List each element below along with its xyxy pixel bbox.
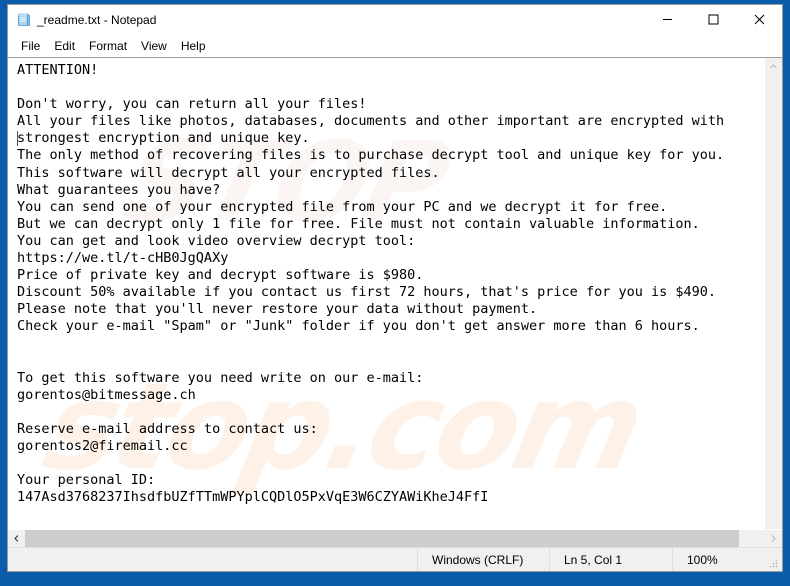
text-line: But we can decrypt only 1 file for free.… — [17, 216, 763, 233]
text-line: gorentos2@firemail.cc — [17, 438, 763, 455]
text-line: Check your e-mail "Spam" or "Junk" folde… — [17, 318, 763, 335]
maximize-icon — [708, 13, 719, 28]
text-line: This software will decrypt all your encr… — [17, 165, 763, 182]
text-line: To get this software you need write on o… — [17, 370, 763, 387]
minimize-icon — [662, 13, 673, 28]
text-line: The only method of recovering files is t… — [17, 147, 763, 164]
text-line: gorentos@bitmessage.ch — [17, 387, 763, 404]
menu-bar: File Edit Format View Help — [8, 35, 782, 57]
text-line-content: https://we.tl/t-cHB0JgQAXy — [17, 250, 229, 267]
text-line-content: You can get and look video overview decr… — [17, 232, 416, 249]
text-line — [17, 455, 763, 472]
vertical-scrollbar-thumb[interactable] — [765, 75, 782, 529]
horizontal-scrollbar[interactable] — [8, 529, 782, 547]
editor-area: STOP stop.com ATTENTION! Don't worry, you… — [8, 57, 782, 547]
scroll-right-arrow-icon[interactable] — [765, 530, 782, 547]
text-line-content: Check your e-mail "Spam" or "Junk" folde… — [17, 318, 700, 335]
text-line-content: gorentos2@firemail.cc — [17, 438, 188, 455]
status-cursor-position[interactable]: Ln 5, Col 1 — [549, 548, 672, 571]
text-line-content: gorentos@bitmessage.ch — [17, 386, 196, 403]
text-line: Discount 50% available if you contact us… — [17, 284, 763, 301]
menu-item-help[interactable]: Help — [174, 37, 213, 56]
notepad-window: _readme.txt - Notepad File Edit Format V… — [7, 4, 783, 572]
text-line-content: Reserve e-mail address to contact us: — [17, 420, 318, 437]
text-line-content: strongest encryption and unique key. — [17, 130, 310, 147]
text-line-content: All your files like photos, databases, d… — [17, 113, 725, 130]
editor-row: STOP stop.com ATTENTION! Don't worry, you… — [8, 58, 782, 529]
text-line-content: This software will decrypt all your encr… — [17, 164, 440, 181]
text-line-content: 147Asd3768237IhsdfbUZfTTmWPYplCQDlO5PxVq… — [17, 489, 489, 506]
text-line — [17, 353, 763, 370]
window-controls — [644, 5, 782, 35]
text-line: Please note that you'll never restore yo… — [17, 301, 763, 318]
text-line: Your personal ID: — [17, 472, 763, 489]
text-line: You can get and look video overview decr… — [17, 233, 763, 250]
window-title: _readme.txt - Notepad — [37, 13, 157, 27]
text-line-content: ATTENTION! — [17, 62, 99, 78]
horizontal-scrollbar-track[interactable] — [25, 530, 765, 547]
text-line: 147Asd3768237IhsdfbUZfTTmWPYplCQDlO5PxVq… — [17, 489, 763, 506]
text-line-content: Price of private key and decrypt softwar… — [17, 267, 424, 284]
text-line — [17, 79, 763, 96]
desktop-background: _readme.txt - Notepad File Edit Format V… — [0, 0, 790, 586]
title-bar[interactable]: _readme.txt - Notepad — [8, 5, 782, 35]
text-content[interactable]: ATTENTION! Don't worry, you can return al… — [8, 58, 763, 506]
text-line: ATTENTION! — [17, 62, 763, 79]
text-line-content: Your personal ID: — [17, 472, 156, 489]
horizontal-scrollbar-thumb[interactable] — [25, 530, 740, 547]
text-line — [17, 336, 763, 353]
text-line: strongest encryption and unique key. — [17, 130, 763, 147]
scroll-up-arrow-icon[interactable] — [765, 58, 782, 75]
close-icon — [754, 13, 765, 28]
status-zoom-level[interactable]: 100% — [672, 548, 782, 571]
scroll-left-arrow-icon[interactable] — [8, 530, 25, 547]
text-line: https://we.tl/t-cHB0JgQAXy — [17, 250, 763, 267]
text-line: Reserve e-mail address to contact us: — [17, 421, 763, 438]
text-line-content: Please note that you'll never restore yo… — [17, 301, 538, 318]
status-spacer — [8, 548, 417, 571]
close-button[interactable] — [736, 5, 782, 35]
text-line: Price of private key and decrypt softwar… — [17, 267, 763, 284]
text-line: All your files like photos, databases, d… — [17, 113, 763, 130]
text-line-content: Don't worry, you can return all your fil… — [17, 96, 367, 113]
text-line: You can send one of your encrypted file … — [17, 199, 763, 216]
menu-item-edit[interactable]: Edit — [47, 37, 82, 56]
vertical-scrollbar[interactable] — [764, 58, 782, 529]
text-line-content: Discount 50% available if you contact us… — [17, 284, 716, 301]
minimize-button[interactable] — [644, 5, 690, 35]
text-line-content: To get this software you need write on o… — [17, 369, 424, 386]
maximize-button[interactable] — [690, 5, 736, 35]
notepad-document-icon — [16, 12, 32, 28]
text-line-content: What guarantees you have? — [17, 181, 221, 198]
resize-grip-icon[interactable] — [767, 557, 779, 569]
status-bar: Windows (CRLF) Ln 5, Col 1 100% — [8, 547, 782, 571]
status-line-ending[interactable]: Windows (CRLF) — [417, 548, 549, 571]
text-line — [17, 404, 763, 421]
menu-item-view[interactable]: View — [134, 37, 174, 56]
text-editor[interactable]: STOP stop.com ATTENTION! Don't worry, you… — [8, 58, 764, 529]
text-line-content: The only method of recovering files is t… — [17, 147, 725, 164]
text-caret — [17, 131, 18, 147]
text-line: Don't worry, you can return all your fil… — [17, 96, 763, 113]
menu-item-file[interactable]: File — [14, 37, 47, 56]
text-line: What guarantees you have? — [17, 182, 763, 199]
text-line-content: You can send one of your encrypted file … — [17, 198, 668, 215]
text-line-content: But we can decrypt only 1 file for free.… — [17, 215, 700, 232]
menu-item-format[interactable]: Format — [82, 37, 134, 56]
